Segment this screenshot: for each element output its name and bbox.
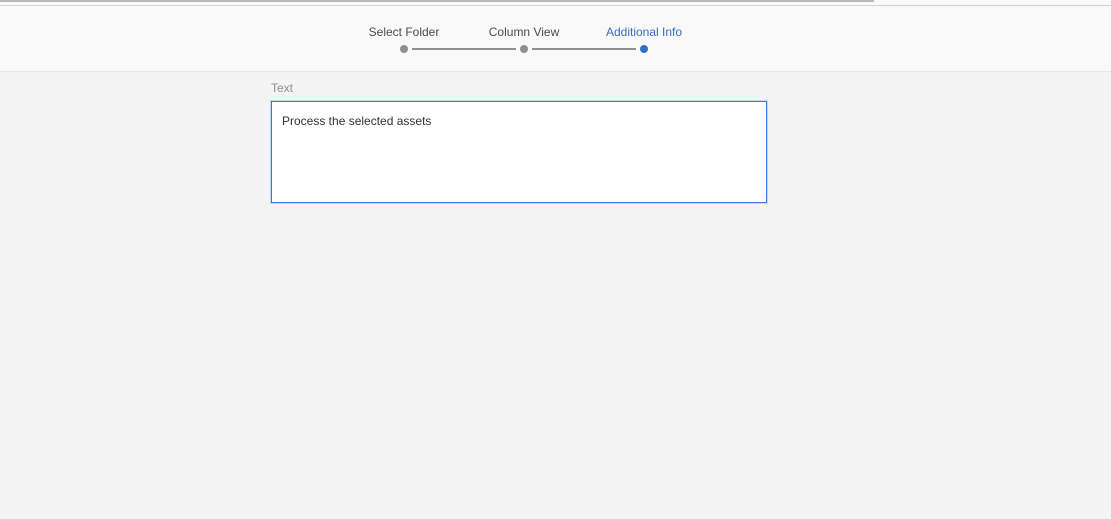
step-additional-info-dot[interactable] (640, 45, 648, 53)
wizard-steps: Select Folder Column View Additional Inf… (0, 6, 1111, 72)
step-connector-2 (532, 48, 636, 50)
step-column-view[interactable]: Column View (489, 25, 559, 39)
step-select-folder-dot[interactable] (400, 45, 408, 53)
text-field-label: Text (271, 81, 294, 95)
step-select-folder[interactable]: Select Folder (369, 25, 440, 39)
step-connector-1 (412, 48, 516, 50)
page-scrollbar-thumb[interactable] (0, 0, 874, 2)
text-field[interactable]: Process the selected assets (271, 101, 767, 203)
step-additional-info[interactable]: Additional Info (606, 25, 682, 39)
step-column-view-dot[interactable] (520, 45, 528, 53)
